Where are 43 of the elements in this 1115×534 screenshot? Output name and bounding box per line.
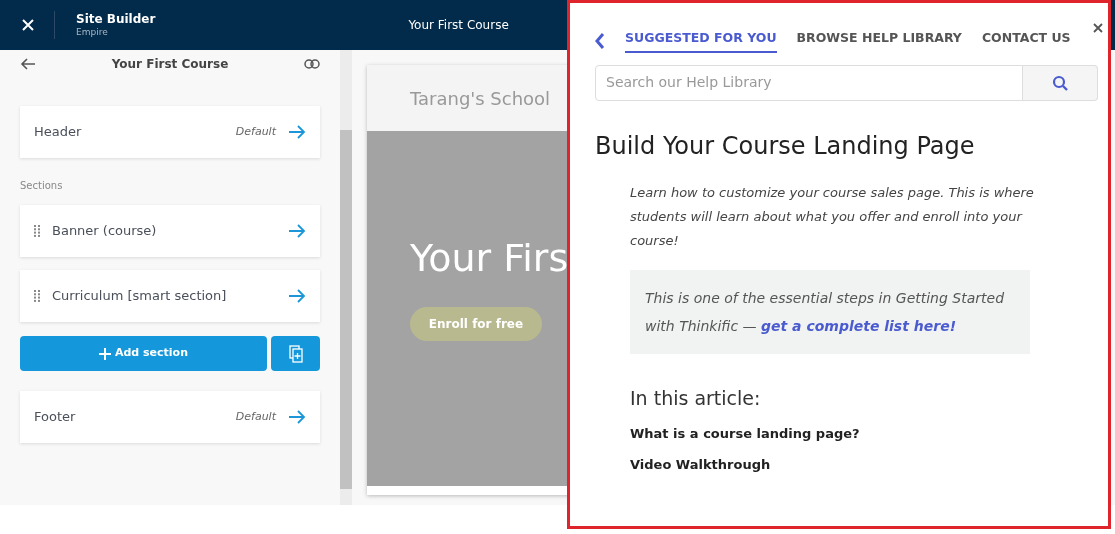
drag-handle-icon[interactable]: [34, 225, 40, 237]
article-intro: Learn how to customize your course sales page. This is where students will learn about what you offer and enroll into your course!: [630, 183, 1035, 250]
link-icon[interactable]: [304, 59, 320, 69]
toc-heading: In this article:: [630, 385, 762, 411]
plus-icon: [98, 347, 111, 360]
help-tab[interactable]: CONTACT US: [981, 29, 1071, 53]
sidebar-title: Your First Course: [110, 56, 230, 73]
page-title: Your First Course: [408, 17, 509, 34]
copy-icon: [288, 344, 303, 363]
section-card[interactable]: Header Default: [20, 106, 320, 158]
section-card[interactable]: Curriculum [smart section]: [20, 270, 320, 322]
complete-list-link[interactable]: get a complete list here!: [761, 317, 956, 334]
help-tab[interactable]: BROWSE HELP LIBRARY: [796, 29, 962, 53]
callout-text: This is one of the essential steps in Getting Started with Thinkific — get a complete list here!: [630, 269, 1030, 354]
help-tab[interactable]: SUGGESTED FOR YOU: [625, 29, 777, 53]
sections-label: Sections: [20, 179, 64, 193]
search-icon: [1052, 74, 1068, 91]
section-label: Banner (course): [52, 222, 158, 241]
school-name: Tarang's School: [410, 86, 551, 111]
default-label: Default: [235, 408, 276, 425]
copy-section-button[interactable]: [271, 336, 320, 371]
toc-link[interactable]: Video Walkthrough: [630, 454, 1038, 475]
search-field[interactable]: Search our Help Library: [595, 64, 1023, 101]
banner-title: Your Firs: [410, 239, 570, 277]
arrow-right-icon[interactable]: [288, 289, 306, 303]
section-label: Curriculum [smart section]: [52, 287, 228, 306]
default-label: Default: [235, 123, 276, 140]
back-chevron-icon[interactable]: [595, 31, 605, 50]
search-button[interactable]: [1023, 64, 1098, 101]
article-title: Build Your Course Landing Page: [595, 130, 976, 161]
section-card[interactable]: Footer Default: [20, 391, 320, 443]
close-icon[interactable]: [1093, 23, 1103, 33]
section-label: Footer: [34, 408, 77, 427]
back-arrow-icon[interactable]: [20, 58, 36, 70]
toc-link[interactable]: What is a course landing page?: [630, 424, 1038, 444]
arrow-right-icon[interactable]: [288, 410, 306, 424]
section-card[interactable]: Banner (course): [20, 205, 320, 257]
drag-handle-icon[interactable]: [34, 290, 40, 302]
section-label: Header: [34, 123, 83, 142]
arrow-right-icon[interactable]: [288, 125, 306, 139]
arrow-right-icon[interactable]: [288, 224, 306, 238]
app-title: Site Builder: [76, 11, 156, 27]
app-subtitle: Empire: [76, 26, 109, 39]
